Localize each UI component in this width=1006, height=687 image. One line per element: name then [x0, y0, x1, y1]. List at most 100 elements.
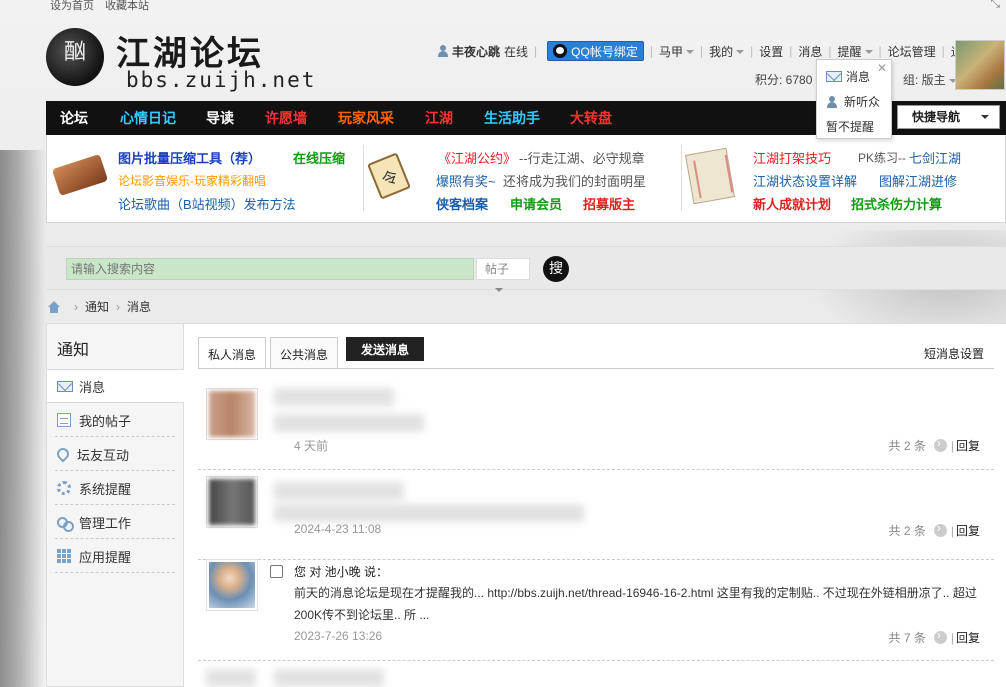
nav-item-wheel[interactable]: 大转盘	[570, 101, 612, 135]
set-homepage-link[interactable]: 设为首页	[50, 0, 94, 12]
qq-bind-button[interactable]: QQ帐号绑定	[547, 41, 644, 61]
nav-label: 心情日记	[120, 110, 176, 126]
avatar[interactable]	[206, 388, 258, 440]
gear-icon	[57, 481, 71, 495]
message-item[interactable]: 2024-4-23 11:08 共 2 条 | 回复	[184, 464, 1006, 560]
sidebar-item-apps[interactable]: 应用提醒	[47, 539, 185, 573]
nav-label: 玩家风采	[338, 110, 394, 126]
separator: |	[750, 44, 754, 58]
settings-link[interactable]: 设置	[759, 43, 783, 60]
quick-nav-dropdown[interactable]: 快捷导航	[897, 105, 1000, 129]
message-meta: 共 2 条 | 回复	[889, 436, 980, 454]
featured-link[interactable]: 江湖状态设置详解	[753, 171, 857, 190]
message-checkbox[interactable]	[270, 565, 283, 578]
pm-settings-link[interactable]: 短消息设置	[924, 345, 984, 362]
featured-link[interactable]: 申请会员	[510, 194, 562, 213]
sidebar-item-admin[interactable]: 管理工作	[47, 505, 185, 539]
featured-link[interactable]: 论坛影音娱乐-玩家精彩翻唱	[118, 172, 266, 189]
separator: |	[534, 44, 538, 58]
search-type-select[interactable]: 帖子	[476, 258, 530, 292]
send-message-button[interactable]: 发送消息	[346, 337, 425, 361]
popup-message-label: 消息	[846, 70, 871, 84]
message-body[interactable]: 前天的消息论坛是现在才提醒我的... http://bbs.zuijh.net/…	[294, 582, 984, 626]
tab-public-messages[interactable]: 公共消息	[270, 337, 339, 369]
credits-link[interactable]: 积分: 6780	[755, 71, 812, 88]
popup-new-listener-item[interactable]: 新听众	[826, 93, 880, 110]
reminders-menu[interactable]: 提醒	[838, 43, 873, 60]
vest-menu[interactable]: 马甲	[659, 43, 694, 60]
chevron-right-icon: ›	[74, 299, 78, 314]
sidebar-item-messages[interactable]: 消息	[47, 369, 186, 403]
sidebar-item-interaction[interactable]: 坛友互动	[47, 437, 185, 471]
breadcrumb: › 通知 › 消息	[47, 298, 151, 315]
delete-icon[interactable]	[933, 628, 947, 644]
nav-item-wish-wall[interactable]: 许愿墙	[265, 101, 307, 135]
reply-link[interactable]: 回复	[956, 629, 980, 646]
username-link[interactable]: 丰夜心跳	[452, 43, 500, 60]
close-icon[interactable]: ✕	[877, 61, 887, 75]
message-count: 共 2 条	[888, 524, 926, 538]
message-tabs: 私人消息 公共消息 发送消息	[198, 337, 428, 369]
featured-link[interactable]: 江湖打架技巧	[753, 148, 831, 167]
nav-label: 大转盘	[570, 110, 612, 126]
featured-link[interactable]: 七剑江湖	[909, 148, 961, 167]
notification-sidebar: 通知 消息 我的帖子 坛友互动 系统提醒 管理工作 应用提醒	[46, 323, 186, 687]
featured-link[interactable]: 《江湖公约》	[438, 148, 516, 167]
message-item[interactable]: 您 对 池小晚 说： 前天的消息论坛是现在才提醒我的... http://bbs…	[184, 549, 1006, 661]
featured-link[interactable]: 侠客档案	[436, 194, 488, 213]
link-icon	[57, 515, 74, 532]
papers-icon	[684, 147, 736, 205]
breadcrumb-item[interactable]: 通知	[85, 298, 109, 315]
user-group[interactable]: 组: 版主	[903, 71, 957, 88]
site-logo[interactable]: 酗 江湖论坛 bbs.zuijh.net	[46, 24, 314, 94]
blurred-text	[274, 414, 424, 432]
nav-item-player-showcase[interactable]: 玩家风采	[338, 101, 394, 135]
featured-link[interactable]: 新人成就计划	[753, 194, 831, 213]
forum-admin-link[interactable]: 论坛管理	[888, 43, 936, 60]
avatar[interactable]	[206, 476, 258, 528]
sidebar-item-system[interactable]: 系统提醒	[47, 471, 185, 505]
blurred-text	[274, 669, 384, 687]
online-status[interactable]: 在线	[504, 43, 528, 60]
nav-item-forum[interactable]: 论坛	[60, 101, 88, 135]
nav-item-life-helper[interactable]: 生活助手	[484, 101, 540, 135]
popup-no-remind[interactable]: 暂不提醒	[826, 118, 874, 135]
my-menu[interactable]: 我的	[709, 43, 745, 60]
blurred-text	[206, 669, 256, 687]
featured-link[interactable]: 论坛歌曲（B站视频）发布方法	[118, 194, 296, 213]
blurred-text	[274, 482, 404, 500]
featured-link[interactable]: 在线压缩	[293, 148, 345, 167]
collapse-icon[interactable]: ⤡	[990, 0, 1000, 11]
reply-link[interactable]: 回复	[956, 437, 980, 454]
avatar[interactable]	[955, 40, 1005, 90]
home-icon[interactable]	[47, 300, 61, 313]
sidebar-title: 通知	[57, 342, 90, 359]
search-input[interactable]	[66, 258, 474, 280]
nav-item-diary[interactable]: 心情日记	[120, 101, 176, 135]
reply-link[interactable]: 回复	[956, 522, 980, 539]
featured-link[interactable]: 图片批量压缩工具（荐）	[118, 148, 261, 167]
message-item[interactable]	[184, 661, 1006, 687]
message-item[interactable]: 4 天前 共 2 条 | 回复	[184, 374, 1006, 470]
qq-penguin-icon	[553, 44, 568, 58]
avatar[interactable]	[206, 559, 258, 611]
sidebar-item-label: 管理工作	[79, 515, 132, 531]
divider	[198, 368, 994, 369]
breadcrumb-item[interactable]: 消息	[127, 298, 151, 315]
tab-private-messages[interactable]: 私人消息	[198, 337, 267, 369]
search-button[interactable]: 搜	[543, 256, 569, 282]
messages-link[interactable]: 消息	[798, 43, 822, 60]
delete-icon[interactable]	[933, 521, 947, 537]
nav-item-jianghu[interactable]: 江湖	[425, 101, 453, 135]
featured-link[interactable]: 爆照有奖~	[436, 171, 496, 190]
message-meta: 共 7 条 | 回复	[889, 628, 980, 646]
featured-link[interactable]: 图解江湖进修	[879, 171, 957, 190]
bookmark-link[interactable]: 收藏本站	[105, 0, 149, 12]
delete-icon[interactable]	[933, 436, 947, 452]
popup-message-item[interactable]: 消息	[826, 68, 870, 85]
sidebar-item-my-posts[interactable]: 我的帖子	[47, 403, 185, 437]
nav-label: 导读	[206, 110, 234, 126]
nav-item-guide[interactable]: 导读	[206, 101, 234, 135]
featured-link[interactable]: 招式杀伤力计算	[851, 194, 942, 213]
featured-link[interactable]: 招募版主	[583, 194, 635, 213]
